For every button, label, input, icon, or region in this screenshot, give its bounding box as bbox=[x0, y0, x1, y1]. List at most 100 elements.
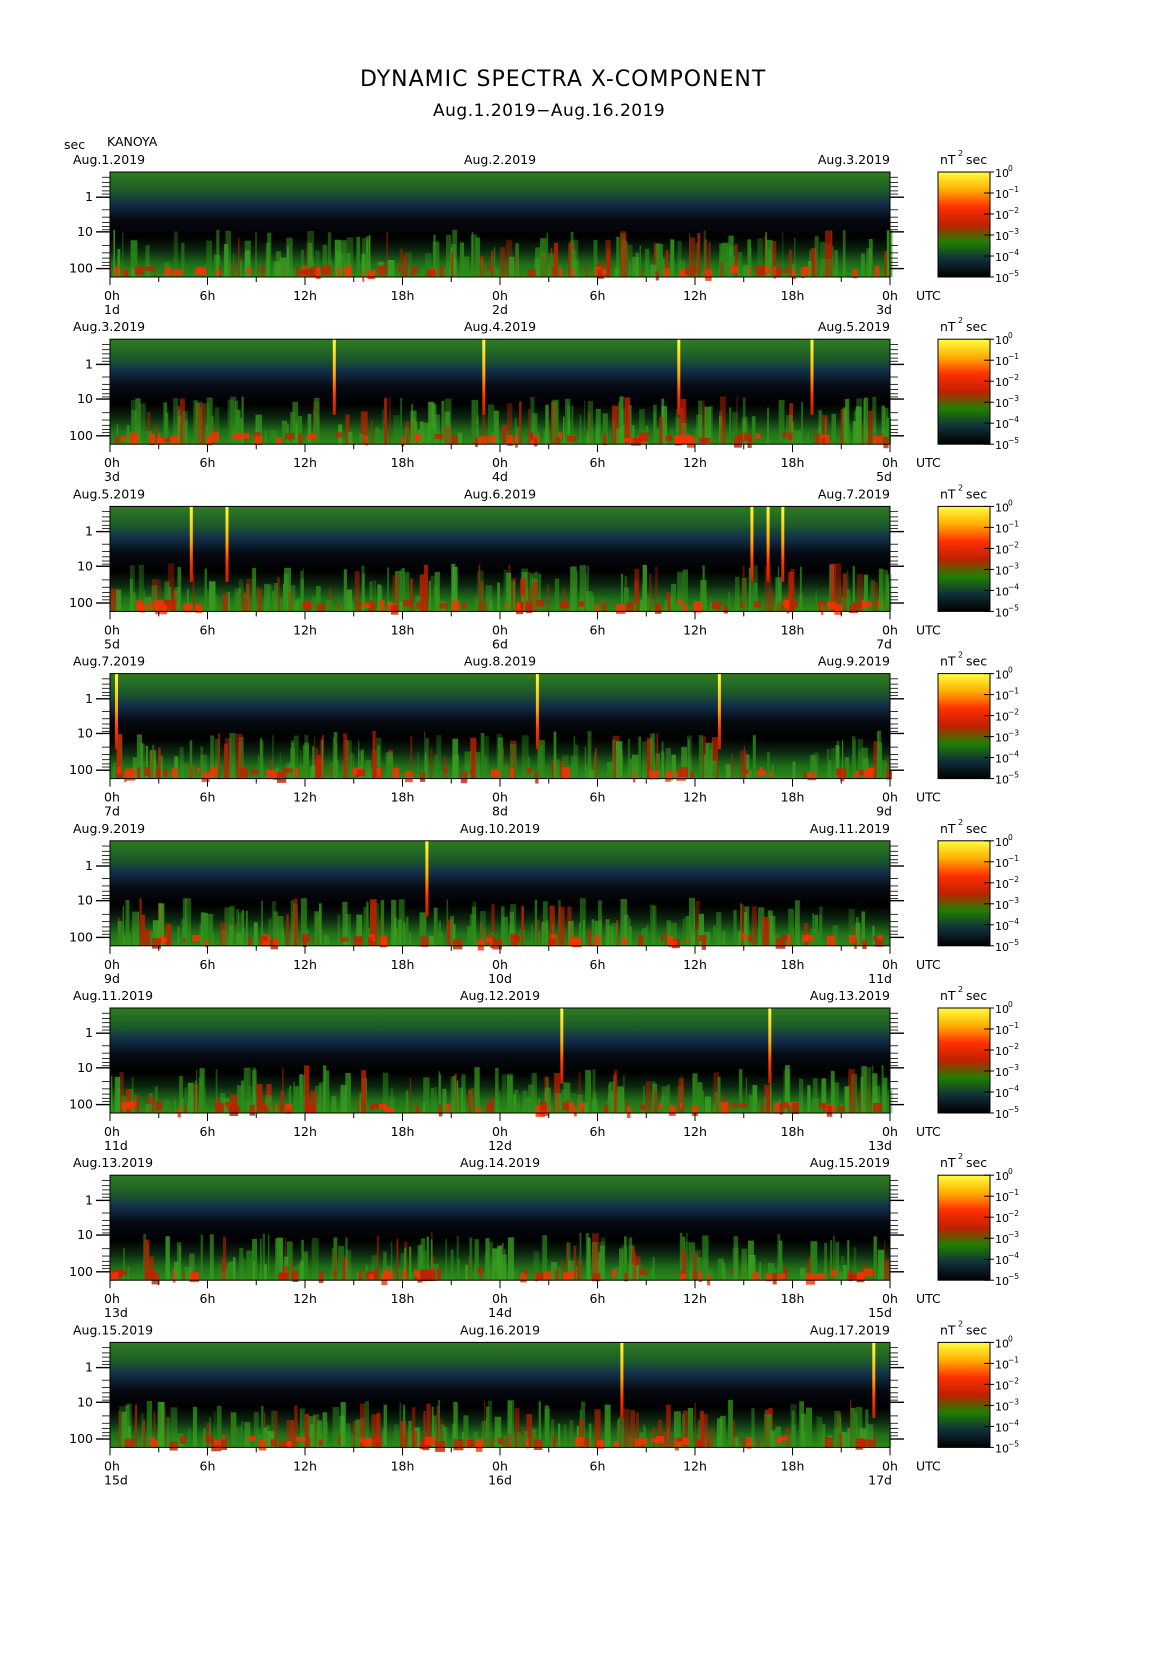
activity-mark bbox=[731, 1102, 738, 1108]
activity-mark bbox=[497, 582, 500, 612]
activity-mark bbox=[415, 1104, 420, 1113]
colorbar-unit-exponent: 2 bbox=[958, 149, 963, 158]
activity-mark bbox=[645, 248, 650, 277]
x-tick-label: 6h bbox=[590, 1124, 606, 1139]
colorbar-tick-exponent: −1 bbox=[1008, 519, 1019, 528]
spectrogram-panel: Aug.13.2019 Aug.14.2019 Aug.15.20191101000… bbox=[69, 1152, 1019, 1320]
activity-mark bbox=[840, 408, 844, 445]
activity-mark bbox=[863, 397, 869, 445]
activity-mark bbox=[341, 937, 349, 942]
activity-mark bbox=[639, 245, 641, 277]
activity-mark bbox=[434, 1087, 437, 1113]
colorbar-tick-exponent: −5 bbox=[1008, 1439, 1019, 1448]
x-tick-label: 12h bbox=[293, 1124, 317, 1139]
spike-mark bbox=[560, 1008, 564, 1084]
activity-mark bbox=[615, 1266, 620, 1281]
colorbar-tick-exponent: −3 bbox=[1008, 227, 1019, 236]
activity-mark bbox=[300, 1409, 302, 1448]
activity-mark bbox=[364, 760, 371, 779]
colorbar-tick-exponent: −1 bbox=[1008, 352, 1019, 361]
activity-mark bbox=[738, 1103, 748, 1108]
colorbar-tick-exponent: −3 bbox=[1008, 896, 1019, 905]
colorbar-tick-label: 10 bbox=[995, 1254, 1009, 1267]
activity-mark bbox=[170, 1407, 178, 1448]
activity-mark bbox=[394, 1424, 399, 1448]
x-tick-label: 18h bbox=[391, 1291, 415, 1306]
day-label: 9d bbox=[876, 804, 892, 819]
activity-mark bbox=[484, 1400, 486, 1448]
day-label: 3d bbox=[104, 469, 120, 484]
activity-mark bbox=[767, 407, 769, 445]
activity-mark bbox=[730, 266, 738, 273]
day-label: 13d bbox=[868, 1138, 892, 1153]
activity-mark bbox=[178, 1245, 182, 1281]
activity-mark bbox=[409, 931, 412, 946]
activity-mark bbox=[429, 748, 433, 779]
activity-mark bbox=[149, 1437, 155, 1447]
activity-mark bbox=[398, 265, 401, 273]
x-tick-label: 6h bbox=[200, 957, 216, 972]
activity-mark bbox=[480, 733, 485, 779]
activity-mark bbox=[209, 581, 216, 612]
utc-label: UTC bbox=[916, 1124, 941, 1139]
colorbar-tick-exponent: −4 bbox=[1008, 750, 1019, 759]
colorbar-tick-exponent: −4 bbox=[1008, 1251, 1019, 1260]
y-tick-label: 10 bbox=[77, 1227, 93, 1242]
activity-mark bbox=[126, 425, 130, 445]
activity-mark bbox=[492, 938, 502, 950]
panel-date-left: Aug.11.2019 bbox=[73, 988, 153, 1003]
activity-mark bbox=[340, 1084, 347, 1113]
activity-mark bbox=[212, 931, 214, 946]
activity-mark bbox=[645, 1081, 651, 1113]
activity-mark bbox=[498, 1091, 501, 1113]
activity-mark bbox=[473, 1089, 476, 1113]
activity-mark bbox=[415, 1270, 419, 1277]
activity-mark bbox=[485, 1101, 494, 1112]
activity-mark bbox=[177, 926, 180, 946]
activity-mark bbox=[169, 1441, 178, 1451]
activity-mark bbox=[478, 564, 481, 612]
x-tick-label: 6h bbox=[200, 1458, 216, 1473]
x-tick-label: 6h bbox=[590, 790, 606, 805]
activity-mark bbox=[643, 1426, 646, 1448]
colorbar-unit-exponent: 2 bbox=[958, 651, 963, 660]
x-tick-label: 12h bbox=[683, 455, 707, 470]
activity-mark bbox=[583, 920, 585, 946]
activity-mark bbox=[241, 1420, 243, 1448]
activity-mark bbox=[218, 733, 220, 779]
y-tick-label: 1 bbox=[85, 1192, 93, 1207]
y-tick-label: 100 bbox=[69, 1431, 93, 1446]
activity-mark bbox=[494, 247, 496, 277]
colorbar-tick-label: 10 bbox=[995, 355, 1009, 368]
activity-mark bbox=[630, 1410, 635, 1448]
activity-mark bbox=[826, 935, 836, 946]
y-tick-label: 10 bbox=[77, 1394, 93, 1409]
colorbar-unit: nT bbox=[940, 319, 956, 334]
activity-mark bbox=[300, 1260, 304, 1281]
activity-mark bbox=[666, 1098, 669, 1113]
activity-mark bbox=[756, 1437, 760, 1448]
colorbar-tick-label: 10 bbox=[995, 439, 1009, 452]
x-tick-label: 0h bbox=[492, 1291, 508, 1306]
activity-mark bbox=[384, 1270, 393, 1281]
activity-mark bbox=[728, 591, 730, 612]
x-tick-label: 6h bbox=[200, 1291, 216, 1306]
colorbar-tick-label: 10 bbox=[995, 1108, 1009, 1121]
x-tick-label: 0h bbox=[492, 622, 508, 637]
activity-mark bbox=[547, 584, 549, 612]
activity-mark bbox=[344, 594, 347, 612]
colorbar-tick-exponent: −3 bbox=[1008, 394, 1019, 403]
activity-mark bbox=[781, 1102, 789, 1109]
x-tick-label: 12h bbox=[683, 1291, 707, 1306]
activity-mark bbox=[778, 399, 785, 445]
activity-mark bbox=[585, 573, 587, 612]
activity-mark bbox=[536, 600, 544, 607]
activity-mark bbox=[649, 573, 652, 612]
activity-mark bbox=[491, 250, 494, 277]
activity-mark bbox=[403, 599, 413, 607]
activity-mark bbox=[739, 432, 744, 444]
spike-mark bbox=[750, 506, 754, 582]
activity-mark bbox=[735, 576, 740, 612]
activity-mark bbox=[340, 1402, 346, 1448]
activity-mark bbox=[694, 1403, 696, 1448]
